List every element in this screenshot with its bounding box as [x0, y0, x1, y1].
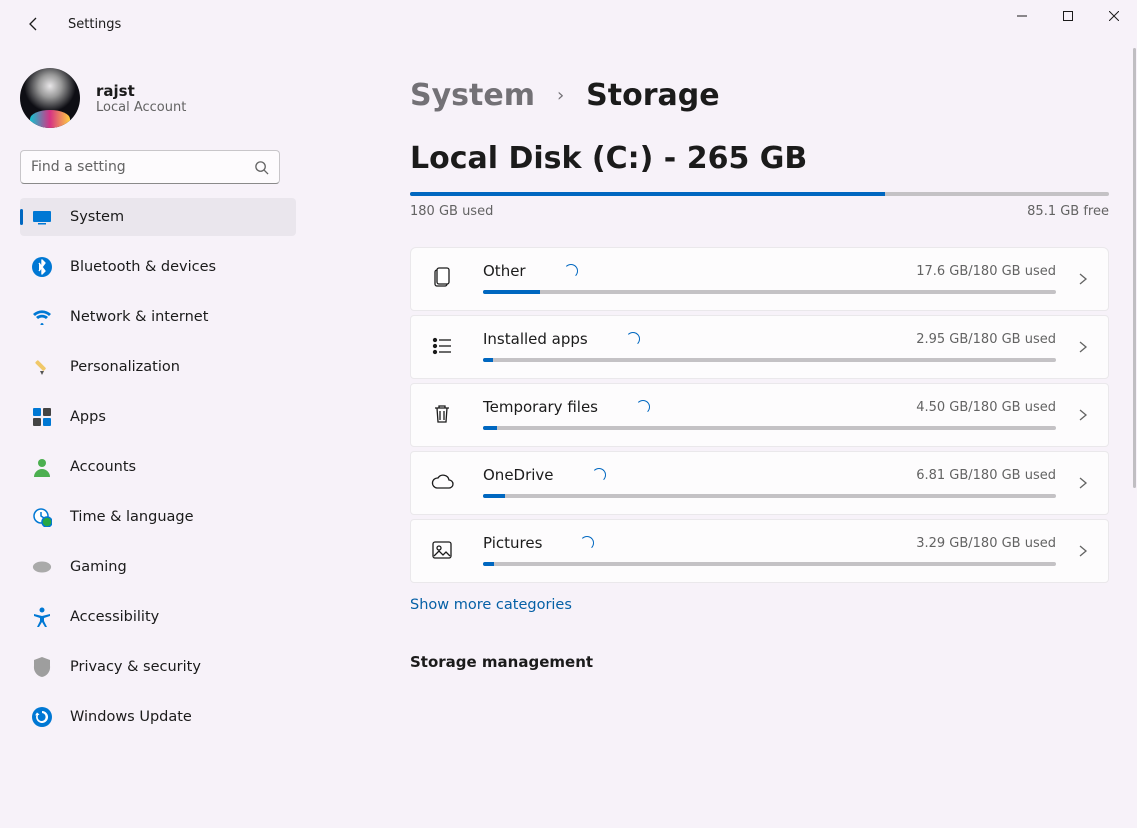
disk-used-label: 180 GB used [410, 204, 493, 219]
avatar [20, 68, 80, 128]
nav-label: System [70, 209, 124, 225]
loading-spinner-icon [636, 400, 650, 414]
category-bar [483, 358, 1056, 362]
accessibility-icon [32, 607, 52, 627]
nav-label: Accounts [70, 459, 136, 475]
show-more-link[interactable]: Show more categories [410, 597, 572, 613]
disk-free-label: 85.1 GB free [1027, 204, 1109, 219]
category-bar [483, 562, 1056, 566]
chevron-right-icon [1076, 339, 1090, 353]
breadcrumb-parent[interactable]: System [410, 78, 535, 113]
disk-usage-bar [410, 192, 1109, 196]
image-icon [429, 537, 455, 563]
category-other[interactable]: Other 17.6 GB/180 GB used [410, 247, 1109, 311]
loading-spinner-icon [580, 536, 594, 550]
category-bar [483, 426, 1056, 430]
category-label: Temporary files [483, 398, 650, 416]
nav-label: Personalization [70, 359, 180, 375]
chevron-right-icon [1076, 271, 1090, 285]
system-icon [32, 207, 52, 227]
profile-name: rajst [96, 82, 186, 100]
trash-icon [429, 401, 455, 427]
nav-label: Windows Update [70, 709, 192, 725]
category-onedrive[interactable]: OneDrive 6.81 GB/180 GB used [410, 451, 1109, 515]
nav-label: Time & language [70, 509, 194, 525]
window-controls [999, 0, 1137, 32]
category-pictures[interactable]: Pictures 3.29 GB/180 GB used [410, 519, 1109, 583]
list-icon [429, 333, 455, 359]
close-button[interactable] [1091, 0, 1137, 32]
shield-icon [32, 657, 52, 677]
category-apps[interactable]: Installed apps 2.95 GB/180 GB used [410, 315, 1109, 379]
storage-categories: Other 17.6 GB/180 GB used Installed apps 2.… [410, 247, 1109, 583]
category-label: Installed apps [483, 330, 640, 348]
category-bar [483, 494, 1056, 498]
chevron-right-icon [1076, 543, 1090, 557]
category-temp[interactable]: Temporary files 4.50 GB/180 GB used [410, 383, 1109, 447]
gamepad-icon [32, 557, 52, 577]
nav-label: Privacy & security [70, 659, 201, 675]
category-label: Pictures [483, 534, 594, 552]
disk-title: Local Disk (C:) - 265 GB [410, 141, 1109, 176]
window-title: Settings [68, 17, 121, 32]
profile-subtitle: Local Account [96, 100, 186, 115]
nav-label: Accessibility [70, 609, 159, 625]
bluetooth-icon [32, 257, 52, 277]
category-usage: 2.95 GB/180 GB used [916, 332, 1056, 347]
chevron-right-icon [1076, 407, 1090, 421]
update-icon [32, 707, 52, 727]
chevron-right-icon: › [557, 85, 564, 106]
back-button[interactable] [14, 4, 54, 44]
category-usage: 4.50 GB/180 GB used [916, 400, 1056, 415]
category-label: OneDrive [483, 466, 606, 484]
apps-icon [32, 407, 52, 427]
disk-usage-fill [410, 192, 885, 196]
cloud-icon [429, 469, 455, 495]
paintbrush-icon [32, 357, 52, 377]
storage-management-heading: Storage management [410, 653, 1109, 671]
clock-icon [32, 507, 52, 527]
category-usage: 17.6 GB/180 GB used [916, 264, 1056, 279]
maximize-button[interactable] [1045, 0, 1091, 32]
breadcrumb-current: Storage [586, 78, 719, 113]
loading-spinner-icon [592, 468, 606, 482]
loading-spinner-icon [626, 332, 640, 346]
loading-spinner-icon [564, 264, 578, 278]
category-label: Other [483, 262, 578, 280]
nav-label: Apps [70, 409, 106, 425]
minimize-button[interactable] [999, 0, 1045, 32]
chevron-right-icon [1076, 475, 1090, 489]
scrollbar[interactable] [1133, 48, 1136, 488]
back-arrow-icon [26, 16, 42, 32]
category-usage: 6.81 GB/180 GB used [916, 468, 1056, 483]
content-area[interactable]: System › Storage Local Disk (C:) - 265 G… [190, 48, 1137, 828]
category-bar [483, 290, 1056, 294]
titlebar: Settings [0, 0, 1137, 48]
doc-icon [429, 265, 455, 291]
nav-label: Gaming [70, 559, 127, 575]
breadcrumb: System › Storage [410, 78, 1109, 113]
wifi-icon [32, 307, 52, 327]
nav-label: Network & internet [70, 309, 208, 325]
category-usage: 3.29 GB/180 GB used [916, 536, 1056, 551]
person-icon [32, 457, 52, 477]
